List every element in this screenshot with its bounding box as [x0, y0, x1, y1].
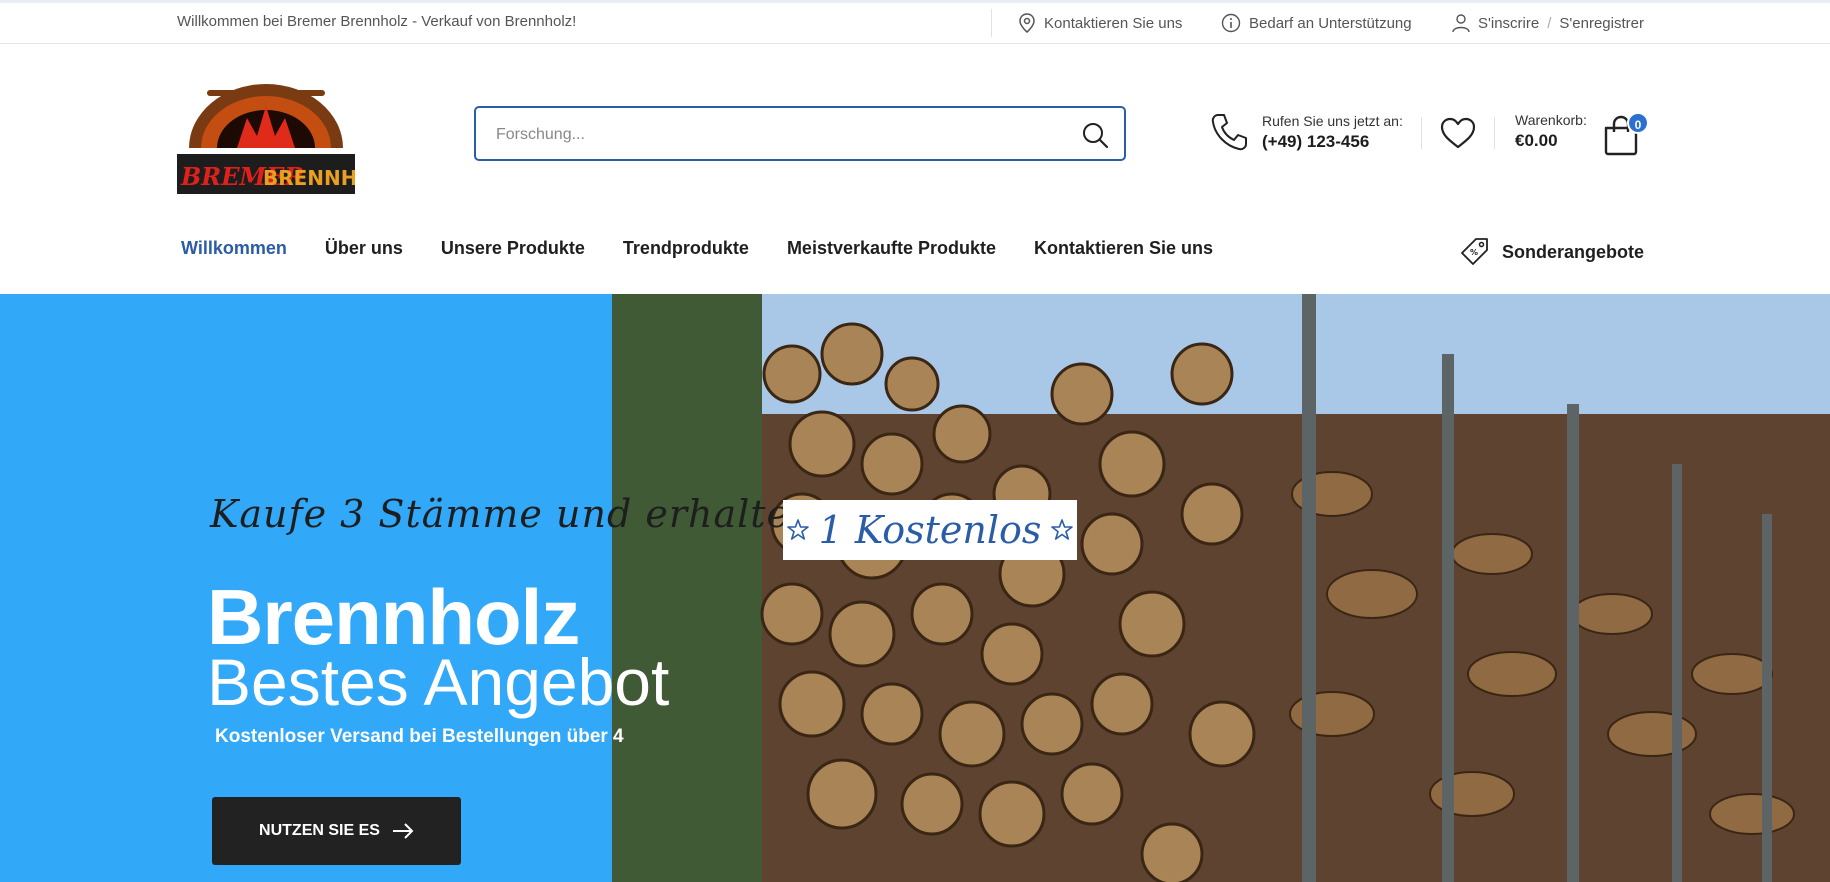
header-divider [1494, 117, 1495, 149]
hero-banner: Kaufe 3 Stämme und erhalte 1 Kostenlos B… [0, 294, 1830, 882]
contact-link-label: Kontaktieren Sie uns [1044, 14, 1183, 32]
hero-cta-button[interactable]: NUTZEN SIE ES [212, 797, 461, 865]
heart-icon [1440, 117, 1476, 149]
svg-text:%: % [1470, 248, 1478, 257]
support-link[interactable]: Bedarf an Unterstützung [1221, 13, 1412, 33]
nav-item-willkommen[interactable]: Willkommen [181, 238, 287, 259]
account-divider: / [1547, 14, 1552, 32]
signin-link[interactable]: S'inscrire [1478, 15, 1539, 32]
cart-amount: €0.00 [1515, 131, 1558, 150]
user-icon [1452, 14, 1470, 33]
site-logo[interactable]: BREMER BRENNHOLZ [177, 78, 402, 194]
logo-graphic: BREMER BRENNHOLZ [177, 84, 402, 194]
nav-item-ueber-uns[interactable]: Über uns [325, 238, 403, 259]
info-icon [1221, 13, 1241, 33]
account-links: S'inscrire / S'enregistrer [1452, 13, 1644, 33]
phone-contact: Rufen Sie uns jetzt an: (+49) 123-456 [1210, 112, 1403, 152]
search-icon [1083, 123, 1109, 149]
register-link[interactable]: S'enregistrer [1559, 15, 1644, 32]
location-pin-icon [1019, 13, 1035, 33]
hero-note: Kostenloser Versand bei Bestellungen übe… [215, 726, 624, 747]
call-number[interactable]: (+49) 123-456 [1262, 132, 1403, 152]
hero-script-line: Kaufe 3 Stämme und erhalte [210, 492, 791, 536]
arrow-right-icon [392, 823, 414, 839]
firewood-logs-image [612, 294, 1830, 882]
welcome-text: Willkommen bei Bremer Brennholz - Verkau… [177, 13, 577, 30]
main-nav: Willkommen Über uns Unsere Produkte Tren… [181, 238, 1213, 259]
nav-item-unsere-produkte[interactable]: Unsere Produkte [441, 238, 585, 259]
top-bar: Willkommen bei Bremer Brennholz - Verkau… [0, 0, 1830, 44]
free-offer-badge: 1 Kostenlos [783, 500, 1077, 560]
special-offers-link[interactable]: % Sonderangebote [1460, 236, 1644, 268]
cart-label: Warenkorb: [1515, 112, 1587, 128]
logo-text-right: BRENNHOLZ [263, 166, 355, 190]
nav-item-kontaktieren[interactable]: Kontaktieren Sie uns [1034, 238, 1213, 259]
cart-summary[interactable]: Warenkorb: €0.00 0 [1515, 112, 1649, 156]
free-offer-text: 1 Kostenlos [818, 508, 1042, 552]
tag-icon: % [1461, 238, 1488, 265]
topbar-divider [991, 9, 992, 37]
support-link-label: Bedarf an Unterstützung [1249, 14, 1412, 32]
search-input[interactable] [494, 122, 1058, 148]
call-label: Rufen Sie uns jetzt an: [1262, 112, 1403, 129]
nav-item-trendprodukte[interactable]: Trendprodukte [623, 238, 749, 259]
hero-cta-label: NUTZEN SIE ES [259, 822, 380, 839]
search-button[interactable] [1080, 120, 1110, 150]
hero-subtitle: Bestes Angebot [207, 645, 670, 719]
contact-link[interactable]: Kontaktieren Sie uns [1018, 13, 1182, 33]
cart-count-badge: 0 [1627, 112, 1649, 134]
star-icon [786, 519, 809, 540]
special-offers-label: Sonderangebote [1502, 241, 1645, 262]
phone-icon [1211, 114, 1247, 151]
search-bar [474, 106, 1126, 161]
nav-item-meistverkaufte-produkte[interactable]: Meistverkaufte Produkte [787, 238, 996, 259]
wishlist-button[interactable] [1440, 117, 1476, 149]
star-icon [1051, 519, 1074, 540]
header-divider [1421, 117, 1422, 149]
